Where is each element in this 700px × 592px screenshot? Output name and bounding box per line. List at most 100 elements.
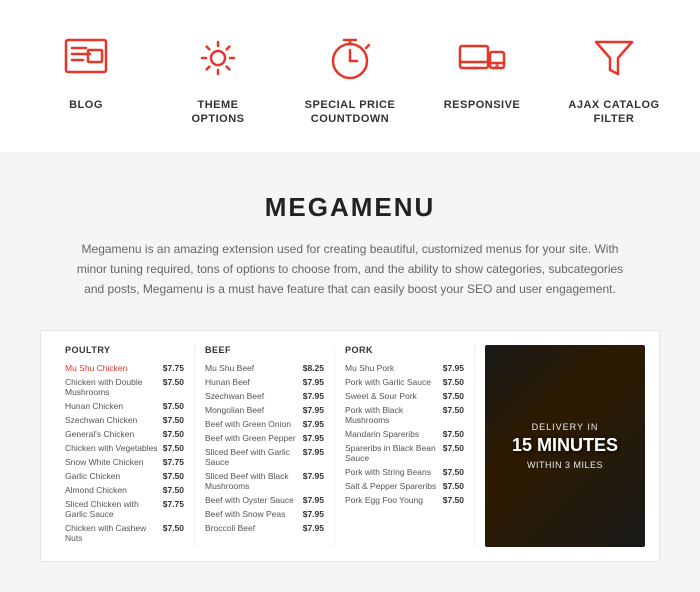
menu-item-price: $7.50 <box>163 429 184 439</box>
menu-item-price: $7.50 <box>443 481 464 491</box>
menu-item-row: Mu Shu Pork $7.95 <box>345 363 464 373</box>
menu-item-row: Beef with Green Pepper $7.95 <box>205 433 324 443</box>
menu-item-name: Spareribs in Black Bean Sauce <box>345 443 443 463</box>
menu-item-row: Beef with Snow Peas $7.95 <box>205 509 324 519</box>
delivery-line3: WITHIN 3 MILES <box>512 460 618 470</box>
menu-item-name: Beef with Snow Peas <box>205 509 285 519</box>
delivery-line1: DELIVERY IN <box>512 422 618 432</box>
feature-blog-label: BLOG <box>69 98 103 112</box>
delivery-line2: 15 MINUTES <box>512 436 618 456</box>
menu-item-row: Mandarin Spareribs $7.50 <box>345 429 464 439</box>
menu-item-name: Salt & Pepper Spareribs <box>345 481 436 491</box>
menu-item-name: Pork with String Beans <box>345 467 431 477</box>
menu-item-price: $7.95 <box>303 495 324 505</box>
gear-icon <box>190 30 246 86</box>
menu-item-price: $8.25 <box>303 363 324 373</box>
beef-column: BEEF Mu Shu Beef $8.25 Hunan Beef $7.95 … <box>195 345 335 547</box>
menu-item-price: $7.50 <box>163 485 184 495</box>
menu-item-name: Broccoli Beef <box>205 523 255 533</box>
menu-item-price: $7.50 <box>163 471 184 481</box>
menu-item-row: Pork with Black Mushrooms $7.50 <box>345 405 464 425</box>
menu-item-price: $7.50 <box>163 401 184 411</box>
megamenu-section: MEGAMENU Megamenu is an amazing extensio… <box>0 152 700 592</box>
poultry-header: POULTRY <box>65 345 184 355</box>
feature-responsive: RESPONSIVE <box>416 30 548 127</box>
feature-ajax-filter: AJAX CATALOGFILTER <box>548 30 680 127</box>
menu-item-price: $7.95 <box>303 405 324 415</box>
menu-item-price: $7.75 <box>163 457 184 467</box>
beef-header: BEEF <box>205 345 324 355</box>
menu-item-name: Hunan Beef <box>205 377 250 387</box>
menu-item-name: General's Chicken <box>65 429 134 439</box>
menu-item-name: Sliced Chicken with Garlic Sauce <box>65 499 163 519</box>
megamenu-description: Megamenu is an amazing extension used fo… <box>70 239 630 300</box>
menu-item-row: Almond Chicken $7.50 <box>65 485 184 495</box>
menu-item-price: $7.95 <box>303 391 324 401</box>
filter-icon <box>586 30 642 86</box>
menu-item-price: $7.95 <box>303 523 324 533</box>
menu-item-row: Snow White Chicken $7.75 <box>65 457 184 467</box>
menu-item-name: Mu Shu Pork <box>345 363 394 373</box>
menu-item-name: Pork Egg Foo Young <box>345 495 423 505</box>
menu-item-price: $7.50 <box>443 443 464 463</box>
pork-header: PORK <box>345 345 464 355</box>
menu-item-price: $7.50 <box>443 429 464 439</box>
menu-item-name: Hunan Chicken <box>65 401 123 411</box>
menu-item-name: Sliced Beef with Black Mushrooms <box>205 471 303 491</box>
menu-demo: POULTRY Mu Shu Chicken $7.75 Chicken wit… <box>40 330 660 562</box>
menu-item-row: Mu Shu Beef $8.25 <box>205 363 324 373</box>
delivery-banner-bg: DELIVERY IN 15 MINUTES WITHIN 3 MILES <box>485 345 645 547</box>
blog-icon <box>58 30 114 86</box>
menu-item-row: Hunan Beef $7.95 <box>205 377 324 387</box>
menu-item-name: Mu Shu Chicken <box>65 363 127 373</box>
menu-item-price: $7.95 <box>443 363 464 373</box>
poultry-column: POULTRY Mu Shu Chicken $7.75 Chicken wit… <box>55 345 195 547</box>
menu-item-name: Almond Chicken <box>65 485 127 495</box>
pork-column: PORK Mu Shu Pork $7.95 Pork with Garlic … <box>335 345 475 547</box>
feature-responsive-label: RESPONSIVE <box>444 98 521 112</box>
menu-item-row: Sliced Beef with Black Mushrooms $7.95 <box>205 471 324 491</box>
menu-item-row: Beef with Green Onion $7.95 <box>205 419 324 429</box>
menu-item-price: $7.50 <box>443 495 464 505</box>
menu-item-row: Broccoli Beef $7.95 <box>205 523 324 533</box>
timer-icon <box>322 30 378 86</box>
menu-item-price: $7.75 <box>163 499 184 519</box>
menu-item-name: Sweet & Sour Pork <box>345 391 417 401</box>
menu-item-row: Chicken with Vegetables $7.50 <box>65 443 184 453</box>
delivery-banner: DELIVERY IN 15 MINUTES WITHIN 3 MILES <box>485 345 645 547</box>
menu-item-price: $7.50 <box>163 415 184 425</box>
menu-item-name: Szechwan Chicken <box>65 415 137 425</box>
menu-item-name: Szechwan Beef <box>205 391 264 401</box>
feature-special-price-countdown: SPECIAL PRICECOUNTDOWN <box>284 30 416 127</box>
menu-item-name: Sliced Beef with Garlic Sauce <box>205 447 303 467</box>
feature-special-price-label: SPECIAL PRICECOUNTDOWN <box>305 98 396 127</box>
menu-item-price: $7.95 <box>303 447 324 467</box>
menu-item-row: Chicken with Double Mushrooms $7.50 <box>65 377 184 397</box>
menu-item-name: Chicken with Double Mushrooms <box>65 377 163 397</box>
menu-item-price: $7.50 <box>163 523 184 543</box>
menu-item-row: Szechwan Beef $7.95 <box>205 391 324 401</box>
menu-item-price: $7.50 <box>163 377 184 397</box>
menu-item-name: Pork with Black Mushrooms <box>345 405 443 425</box>
menu-item-row: Pork with String Beans $7.50 <box>345 467 464 477</box>
menu-item-price: $7.95 <box>303 433 324 443</box>
menu-item-row: Mongolian Beef $7.95 <box>205 405 324 415</box>
menu-item-price: $7.50 <box>443 467 464 477</box>
feature-blog: BLOG <box>20 30 152 127</box>
menu-item-row: Mu Shu Chicken $7.75 <box>65 363 184 373</box>
menu-item-row: Spareribs in Black Bean Sauce $7.50 <box>345 443 464 463</box>
menu-item-row: Beef with Oyster Sauce $7.95 <box>205 495 324 505</box>
menu-item-name: Chicken with Cashew Nuts <box>65 523 163 543</box>
menu-item-row: Pork with Garlic Sauce $7.50 <box>345 377 464 387</box>
menu-item-price: $7.50 <box>443 377 464 387</box>
features-section: BLOG THEMEOPTIONS SPECIAL PRICECOUNTDOWN <box>0 0 700 152</box>
menu-item-price: $7.95 <box>303 509 324 519</box>
megamenu-title: MEGAMENU <box>40 192 660 223</box>
menu-item-row: Szechwan Chicken $7.50 <box>65 415 184 425</box>
menu-item-name: Chicken with Vegetables <box>65 443 158 453</box>
menu-item-row: Sweet & Sour Pork $7.50 <box>345 391 464 401</box>
menu-item-row: General's Chicken $7.50 <box>65 429 184 439</box>
menu-item-row: Chicken with Cashew Nuts $7.50 <box>65 523 184 543</box>
menu-item-name: Beef with Oyster Sauce <box>205 495 294 505</box>
menu-item-row: Sliced Beef with Garlic Sauce $7.95 <box>205 447 324 467</box>
